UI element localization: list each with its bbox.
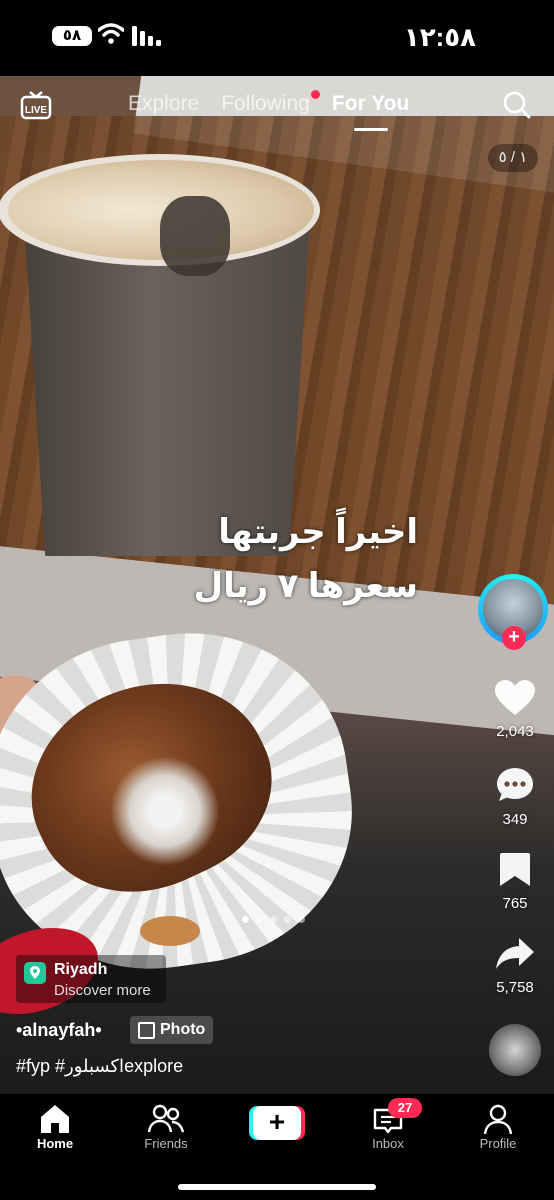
- comment-icon: [497, 768, 533, 801]
- tab-following[interactable]: Following: [221, 90, 320, 116]
- signal-icon: [132, 26, 161, 46]
- location-name: Riyadh: [54, 961, 108, 978]
- location-discover: Discover more: [54, 982, 151, 999]
- search-icon[interactable]: [502, 90, 532, 120]
- tab-for-you[interactable]: For You: [331, 92, 410, 131]
- top-nav: LIVE Explore Following For You: [0, 76, 554, 136]
- tab-profile[interactable]: Profile: [453, 1102, 543, 1151]
- slide-dot: [270, 916, 277, 923]
- tab-explore[interactable]: Explore: [128, 92, 199, 116]
- overlay-line: اخيراً جربتها: [218, 513, 418, 551]
- tab-for-you-label: For You: [331, 92, 410, 115]
- inbox-badge: 27: [388, 1098, 422, 1118]
- share-icon: [496, 938, 534, 969]
- svg-text:LIVE: LIVE: [25, 105, 48, 116]
- home-indicator: [178, 1184, 376, 1190]
- tab-profile-label: Profile: [479, 1136, 517, 1151]
- friends-icon: [148, 1104, 184, 1133]
- photo-caramel: [140, 916, 200, 946]
- overlay-line: سعرها ٧ ريال: [193, 567, 418, 605]
- wifi-icon: [98, 23, 124, 44]
- tab-home[interactable]: Home: [10, 1102, 100, 1151]
- photo-ice: [160, 196, 230, 276]
- battery-icon: ٥٨: [52, 26, 92, 46]
- tab-friends[interactable]: Friends: [121, 1102, 211, 1151]
- bookmark-icon: [500, 853, 530, 886]
- author-username[interactable]: •alnayfah•: [16, 1020, 102, 1041]
- photo-page-indicator: ١ / ٥: [488, 144, 538, 172]
- like-count: 2,043: [496, 723, 534, 740]
- post-caption[interactable]: #fyp #اكسبلورexplore: [16, 1056, 183, 1077]
- heart-icon: [495, 680, 535, 715]
- share-button[interactable]: 5,758: [476, 936, 554, 996]
- save-button[interactable]: 765: [476, 852, 554, 912]
- comment-count: 349: [502, 811, 528, 828]
- follow-plus-icon[interactable]: +: [502, 626, 526, 650]
- photo-salt: [110, 756, 220, 866]
- share-count: 5,758: [496, 979, 534, 996]
- feed-tabs: Explore Following For You: [128, 90, 431, 131]
- location-chip[interactable]: Riyadh Discover more: [16, 955, 166, 1003]
- photo-icon: [138, 1021, 155, 1039]
- profile-icon: [483, 1104, 513, 1135]
- location-pin-icon: [24, 962, 46, 984]
- live-icon[interactable]: LIVE: [20, 90, 52, 120]
- slide-dot: [284, 916, 291, 923]
- photo-type-label: Photo: [160, 1021, 206, 1038]
- active-tab-underline: [353, 128, 388, 131]
- slide-dots: [242, 916, 305, 923]
- home-icon: [41, 1105, 69, 1133]
- create-button[interactable]: +: [249, 1106, 305, 1140]
- slide-dot: [256, 916, 263, 923]
- notification-dot: [310, 90, 320, 99]
- save-count: 765: [502, 895, 528, 912]
- tab-inbox-label: Inbox: [372, 1136, 404, 1151]
- slide-dot: [298, 916, 305, 923]
- photo-type-badge: Photo: [130, 1016, 214, 1044]
- tab-friends-label: Friends: [144, 1136, 188, 1151]
- status-time: ١٢:٥٨: [403, 22, 476, 52]
- photo-overlay-text: اخيراً جربتها سعرها ٧ ريال: [194, 505, 418, 613]
- music-disc-icon[interactable]: [489, 1024, 541, 1076]
- like-button[interactable]: 2,043: [476, 680, 554, 740]
- tab-home-label: Home: [36, 1136, 74, 1151]
- tab-following-label: Following: [221, 92, 310, 115]
- comment-button[interactable]: 349: [476, 766, 554, 828]
- status-bar: ٥٨ ١٢:٥٨: [0, 0, 554, 76]
- slide-dot-active: [242, 916, 249, 923]
- plus-icon: +: [253, 1106, 301, 1140]
